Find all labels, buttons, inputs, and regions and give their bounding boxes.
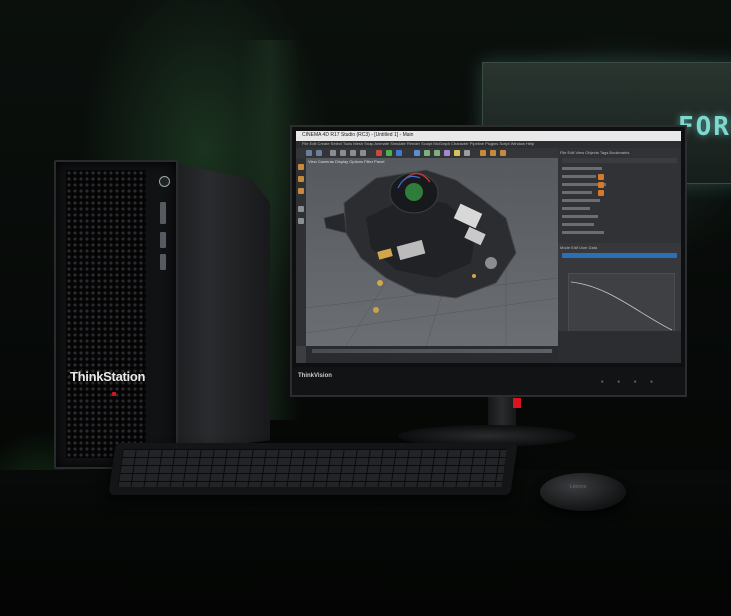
object-panel-tabs: File Edit View Objects Tags Bookmarks [560,150,630,155]
tag-icon [598,190,604,196]
monitor: CINEMA 4D R17 Studio (RC3) - [Untitled 1… [290,125,687,397]
tower-front-mesh [66,170,146,458]
app-left-toolbar [296,158,306,346]
x-axis-icon [376,150,382,156]
nurbs-icon [434,150,440,156]
points-mode-icon [298,164,304,170]
object-row [562,214,677,219]
mouse: Lenovo [540,473,626,511]
object-row [562,230,677,235]
polygons-mode-icon [298,188,304,194]
camera-icon [464,150,470,156]
brand-red-dot [112,392,116,396]
app-toolbar [296,148,558,158]
rotate-icon [360,150,366,156]
app-title-bar: CINEMA 4D R17 Studio (RC3) - [Untitled 1… [296,131,681,141]
object-row [562,190,677,195]
attribute-tabs: Mode Edit User Data [560,245,598,250]
object-row [562,222,677,227]
app-window-title: CINEMA 4D R17 Studio (RC3) - [Untitled 1… [302,132,414,138]
attribute-curve-graph [568,273,675,335]
object-row [562,166,677,171]
3d-model-render [306,169,558,346]
select-icon [330,150,336,156]
object-manager-panel: File Edit View Objects Tags Bookmarks [558,148,681,243]
falloff-curve [570,281,673,331]
keyboard-keys [117,449,507,487]
timeline-track [312,349,552,353]
stand-cable-clip [513,398,521,408]
app-menu-bar: File Edit Create Select Tools Mesh Snap … [296,141,681,148]
scale-icon [350,150,356,156]
render-settings-icon [500,150,506,156]
move-icon [340,150,346,156]
tag-icon [598,182,604,188]
object-row [562,174,677,179]
attribute-selected-tab [562,253,677,258]
spline-icon [424,150,430,156]
texture-mode-icon [298,206,304,212]
monitor-control-buttons: ● ● ● ● [600,379,659,385]
render-icon [480,150,486,156]
edges-mode-icon [298,176,304,182]
front-port [160,202,166,224]
tower-side-panel [168,162,270,452]
undo-icon [306,150,312,156]
snap-icon [298,218,304,224]
tag-icon [598,174,604,180]
redo-icon [316,150,322,156]
product-photo: FORC ThinkStation CINEMA 4D R17 Studio (… [0,0,731,616]
deformer-icon [444,150,450,156]
tower-brand-label: ThinkStation [70,369,146,384]
keyboard [108,443,518,495]
z-axis-icon [396,150,402,156]
monitor-brand-label: ThinkVision [298,373,332,379]
render-view-icon [490,150,496,156]
animation-timeline [306,346,558,363]
3d-viewport: View Cameras Display Options Filter Pane… [306,158,558,346]
workstation-tower: ThinkStation [54,160,178,469]
front-port [160,254,166,270]
power-button [159,176,170,187]
object-row [562,158,677,163]
cube-icon [414,150,420,156]
object-row [562,182,677,187]
object-row [562,206,677,211]
app-menu-items: File Edit Create Select Tools Mesh Snap … [302,141,535,146]
front-port [160,232,166,248]
object-row [562,198,677,203]
coordinates-panel [558,331,681,363]
monitor-chin: ThinkVision ● ● ● ● [292,367,685,395]
monitor-screen: CINEMA 4D R17 Studio (RC3) - [Untitled 1… [296,131,681,363]
mouse-brand-label: Lenovo [570,484,587,490]
y-axis-icon [386,150,392,156]
light-icon [454,150,460,156]
